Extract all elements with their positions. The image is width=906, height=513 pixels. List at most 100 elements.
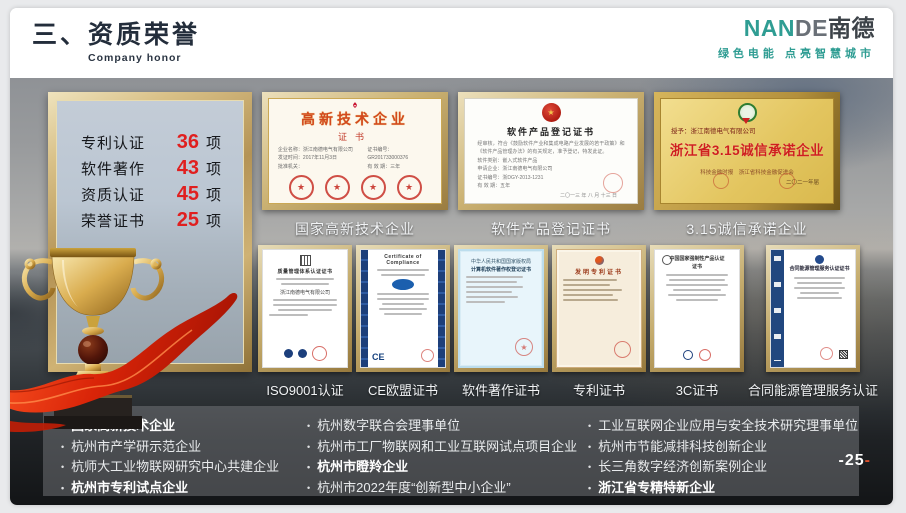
certificate-item: 授予：浙江南德电气有限公司 浙江省3.15诚信承诺企业 科技金融时报 浙江省科技… — [654, 92, 840, 239]
certificate-title: 浙江省3.15诚信承诺企业 — [667, 139, 827, 159]
logo-tagline: 绿色电能 点亮智慧城市 — [718, 45, 875, 61]
certificate-body: 经审核，符合《鼓励软件产业和集成电路产业发展的若干政策》和《软件产品管理办法》的… — [477, 140, 624, 157]
honor-item: 杭师大工业物联网研究中心共建企业 — [61, 457, 295, 478]
honor-item: 杭州市专利试点企业 — [61, 478, 295, 499]
certificate-caption: CE欧盟证书 — [368, 380, 438, 399]
certificate-software-copyright-inner: 中华人民共和国国家版权局 计算机软件著作权登记证书 — [458, 249, 544, 368]
ccc-logo-icon — [662, 255, 672, 265]
iaf-logo-icon — [284, 349, 293, 358]
stamp-icon — [779, 173, 795, 189]
page-title: 三、资质荣誉 — [32, 15, 200, 51]
certificate-item: 中国国家强制性产品认证证书 3C证书 — [650, 245, 744, 399]
honor-item: 杭州数字联合会理事单位 — [307, 416, 576, 437]
stamp-icon — [699, 349, 711, 361]
certificate-315-plaque: 授予：浙江南德电气有限公司 浙江省3.15诚信承诺企业 科技金融时报 浙江省科技… — [654, 92, 840, 210]
certificate-high-tech: 高新技术企业 证书 企业名称：浙江南德电气有限公司 发证时间：2017年11月3… — [262, 92, 448, 210]
certificate-caption: ISO9001认证 — [266, 380, 343, 399]
certificate-title: 发明专利证书 — [557, 267, 641, 276]
ce-mark: CE — [372, 352, 385, 362]
certificate-item: 软件产品登记证书 经审核，符合《鼓励软件产业和集成电路产业发展的若干政策》和《软… — [458, 92, 644, 239]
certificate-caption: 软件产品登记证书 — [491, 219, 611, 239]
certificate-caption: 软件著作证书 — [462, 380, 540, 399]
certificate-item: 发明专利证书 专利证书 — [552, 245, 646, 399]
certificate-caption: 专利证书 — [573, 380, 625, 399]
issuer-text: 科技金融时报 浙江省科技金融促进会 — [667, 168, 827, 176]
certificate-caption: 3C证书 — [676, 380, 719, 399]
page-subtitle: Company honor — [88, 52, 182, 64]
stamp-icon — [397, 175, 422, 200]
slide-header: 三、资质荣誉 Company honor NANDE南德 绿色电能 点亮智慧城市 — [10, 8, 893, 78]
blue-sidebar — [771, 250, 784, 367]
certificate-energy-management-inner: 合同能源管理服务认证证书 — [770, 249, 856, 368]
national-emblem-icon — [542, 103, 561, 122]
stat-unit: 项 — [206, 184, 221, 205]
honor-item: 杭州市工厂物联网和工业互联网试点项目企业 — [307, 437, 576, 458]
award-to-text: 授予：浙江南德电气有限公司 — [671, 125, 827, 135]
stat-label: 资质认证 — [81, 184, 163, 205]
certificate-software-product-inner: 软件产品登记证书 经审核，符合《鼓励软件产业和集成电路产业发展的若干政策》和《软… — [464, 98, 638, 204]
patent-logo-icon — [595, 256, 604, 265]
red-stamps — [289, 175, 422, 200]
page-number: -25- — [839, 452, 871, 470]
company-logo: NANDE南德 绿色电能 点亮智慧城市 — [718, 17, 875, 61]
logo-text-chinese: 南德 — [828, 15, 875, 41]
background-photo: 专利认证 36 项 软件著作 43 项 资质认证 45 项 荣誉证书 25 — [10, 78, 893, 505]
certificate-3c-inner: 中国国家强制性产品认证证书 — [654, 249, 740, 368]
stamp-icon — [289, 175, 314, 200]
certificate-caption: 3.15诚信承诺企业 — [686, 219, 807, 239]
certificate-title: 计算机软件著作权登记证书 — [460, 266, 542, 273]
qr-code-icon — [839, 350, 848, 359]
stamp-icon — [603, 173, 623, 193]
certificate-patent-inner: 发明专利证书 — [556, 249, 642, 368]
cqc-logo-icon — [683, 350, 693, 360]
certificate-item: 质量管理体系认证证书 浙江南德电气有限公司 ISO9001认证 — [258, 245, 352, 399]
gbc-logo-icon — [815, 255, 824, 264]
stamp-icon — [421, 349, 434, 362]
certificate-title: 高新技术企业 — [301, 109, 409, 129]
stat-label: 荣誉证书 — [81, 210, 163, 231]
honor-item: 工业互联网企业应用与安全技术研究理事单位 — [588, 416, 858, 437]
seal-mark-icon — [300, 255, 311, 266]
certificate-date: 二〇一三 年 八 月 十三 日 — [560, 192, 617, 199]
field-text: 有 效 期：三年 — [367, 163, 432, 172]
stamp-icon — [614, 341, 631, 358]
logo-text-primary: NAN — [744, 15, 795, 41]
stat-unit: 项 — [206, 132, 221, 153]
stat-row: 资质认证 45 项 — [81, 183, 243, 203]
certificate-iso9001: 质量管理体系认证证书 浙江南德电气有限公司 — [258, 245, 352, 372]
field-text: 证书编号：GR201733000376 — [367, 146, 432, 163]
honor-item: 杭州市瞪羚企业 — [307, 457, 576, 478]
certificate-title: 中国国家强制性产品认证证书 — [668, 256, 727, 271]
stat-value: 25 — [163, 209, 199, 232]
org-text: 浙江南德电气有限公司 — [263, 289, 347, 296]
certificate-item: 中华人民共和国国家版权局 计算机软件著作权登记证书 软件著作证书 — [454, 245, 548, 399]
honor-item: 杭州市节能减排科技创新企业 — [588, 437, 858, 458]
stat-unit: 项 — [206, 210, 221, 231]
certificate-title: 软件产品登记证书 — [507, 125, 595, 138]
stamp-icon — [325, 175, 350, 200]
stat-value: 43 — [163, 157, 199, 180]
certificate-3c: 中国国家强制性产品认证证书 — [650, 245, 744, 372]
honor-item: 浙江省专精特新企业 — [588, 478, 858, 499]
field-text: 企业名称：浙江南德电气有限公司 — [278, 146, 367, 155]
honor-item: 杭州市2022年度“创新型中小企业” — [307, 478, 576, 499]
page-number-suffix: - — [865, 452, 871, 469]
honor-item: 长三角数字经济创新案例企业 — [588, 457, 858, 478]
logo-text-secondary: DE — [795, 15, 828, 41]
certificate-iso9001-inner: 质量管理体系认证证书 浙江南德电气有限公司 — [262, 249, 348, 368]
certificate-caption: 国家高新技术企业 — [295, 219, 415, 239]
certificate-item: Certificate of Compliance CE CE欧盟证书 — [356, 245, 450, 399]
stat-row: 荣誉证书 25 项 — [81, 209, 243, 229]
certificate-software-product: 软件产品登记证书 经审核，符合《鼓励软件产业和集成电路产业发展的若干政策》和《软… — [458, 92, 644, 210]
certificate-software-copyright: 中华人民共和国国家版权局 计算机软件著作权登记证书 — [454, 245, 548, 372]
certificates-row-1: 高新技术企业 证书 企业名称：浙江南德电气有限公司 发证时间：2017年11月3… — [262, 92, 840, 239]
certificate-315-inner: 授予：浙江南德电气有限公司 浙江省3.15诚信承诺企业 科技金融时报 浙江省科技… — [660, 98, 834, 204]
stamp-icon — [312, 346, 327, 361]
term-text: 二〇二一年届 — [667, 178, 819, 186]
page-number-value: 25 — [845, 452, 865, 469]
field-text: 批准机关： — [278, 163, 367, 172]
stat-row: 专利认证 36 项 — [81, 131, 243, 151]
trophy-icon — [10, 240, 241, 445]
certificate-ce-inner: Certificate of Compliance CE — [360, 249, 446, 368]
certificates-row-2: 质量管理体系认证证书 浙江南德电气有限公司 ISO9001认证 — [258, 245, 878, 399]
